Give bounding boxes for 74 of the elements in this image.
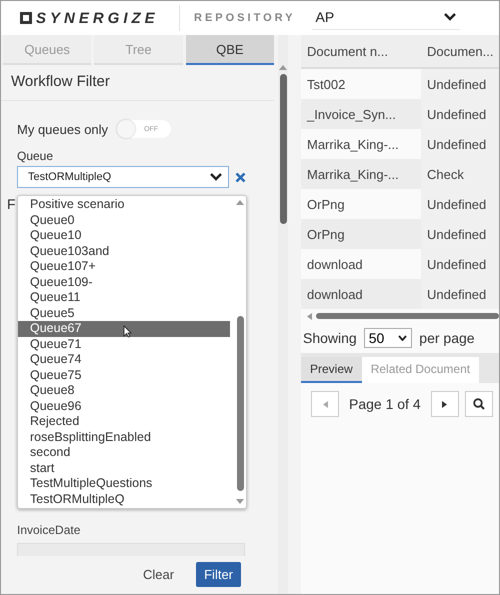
table-cell: Undefined (421, 249, 499, 279)
column-header[interactable]: Documen... (421, 35, 499, 68)
caret-right-icon (442, 400, 448, 408)
table-cell: download (301, 279, 421, 309)
table-cell: Undefined (421, 189, 499, 219)
dropdown-option[interactable]: start (18, 460, 234, 476)
scroll-up-icon[interactable] (236, 200, 244, 205)
logo-icon (19, 11, 33, 25)
scrollbar-thumb[interactable] (236, 316, 244, 491)
dropdown-option[interactable]: Queue8 (18, 383, 234, 398)
chevron-icon (398, 335, 408, 341)
page-indicator: Page 1 of 4 (348, 396, 422, 412)
dropdown-option[interactable]: Queue67 (18, 321, 230, 336)
dropdown-option[interactable]: Queue74 (18, 352, 234, 368)
showing-label: Showing (303, 330, 357, 346)
scroll-down-icon[interactable] (236, 499, 244, 504)
dropdown-option[interactable]: TestORMultipleQ (18, 492, 234, 507)
search-button[interactable] (464, 391, 493, 417)
table-cell: Marrika_King-... (301, 129, 421, 159)
table-cell: OrPng (301, 219, 421, 249)
chevron-icon (210, 173, 222, 181)
cursor-icon (123, 325, 132, 338)
dropdown-option[interactable]: Queue103and (18, 244, 234, 259)
toggle-label: My queues only (17, 122, 108, 136)
table-cell: Check (421, 159, 499, 189)
field-label: Queue (17, 149, 54, 163)
panel-tab[interactable]: QBE (186, 35, 274, 65)
search-icon (472, 398, 485, 410)
caret-left-icon (322, 400, 328, 408)
dropdown-option[interactable]: Positive scenario (18, 197, 234, 212)
dropdown-option[interactable]: Queue11 (18, 290, 234, 306)
table-cell: Undefined (421, 68, 499, 99)
preview-tab[interactable]: Preview (301, 357, 362, 383)
panel-title: Workflow Filter (1, 65, 274, 101)
chevron-icon (444, 12, 456, 20)
dropdown-option[interactable]: Queue109- (18, 274, 234, 290)
action-button[interactable]: Filter (196, 562, 241, 587)
table-cell: Undefined (421, 219, 499, 249)
dropdown-option[interactable]: Queue10 (18, 228, 234, 244)
table-cell: OrPng (301, 189, 421, 219)
table-cell: Marrika_King-... (301, 159, 421, 189)
field-label: InvoiceDate (17, 523, 80, 537)
page-size-select[interactable]: 50 (364, 328, 412, 348)
repository-label: REPOSITORY (194, 12, 296, 24)
field-label: F (7, 196, 16, 212)
dropdown-option[interactable]: Rejected (18, 414, 234, 430)
table-cell: Undefined (421, 279, 499, 309)
clear-icon[interactable] (235, 172, 246, 182)
scroll-up-icon[interactable] (279, 65, 287, 70)
table-cell: download (301, 249, 421, 279)
table-cell: Undefined (421, 129, 499, 159)
column-header[interactable]: Document n... (301, 35, 421, 68)
scroll-left-icon[interactable] (307, 312, 312, 320)
table-cell: Undefined (421, 99, 499, 129)
dropdown-option[interactable]: TestMultipleQuestions (18, 476, 234, 492)
scrollbar-thumb[interactable] (280, 74, 286, 224)
per-page-label: per page (419, 330, 475, 346)
queue-select[interactable]: TestORMultipleQ (17, 166, 229, 188)
logo-text: SYNERGIZE (36, 10, 159, 26)
scrollbar-thumb[interactable] (316, 313, 499, 319)
dropdown-option[interactable]: Queue96 (18, 398, 234, 414)
repository-select[interactable]: AP (312, 6, 460, 30)
dropdown-option[interactable]: Queue0 (18, 212, 234, 228)
table-cell: _Invoice_Syn... (301, 99, 421, 129)
dropdown-option[interactable]: second (18, 445, 234, 460)
dropdown-option[interactable]: Queue107+ (18, 259, 234, 274)
dropdown-option[interactable]: Queue5 (18, 306, 234, 321)
action-button[interactable]: Clear (135, 562, 182, 587)
dropdown-option[interactable]: Queue71 (18, 336, 234, 352)
dropdown-option[interactable]: Queue75 (18, 368, 234, 383)
next-page-button[interactable] (430, 391, 459, 417)
previous-page-button[interactable] (311, 391, 339, 417)
dropdown-option[interactable]: roseBsplittingEnabled (18, 430, 234, 445)
table-cell: Tst002 (301, 68, 421, 99)
